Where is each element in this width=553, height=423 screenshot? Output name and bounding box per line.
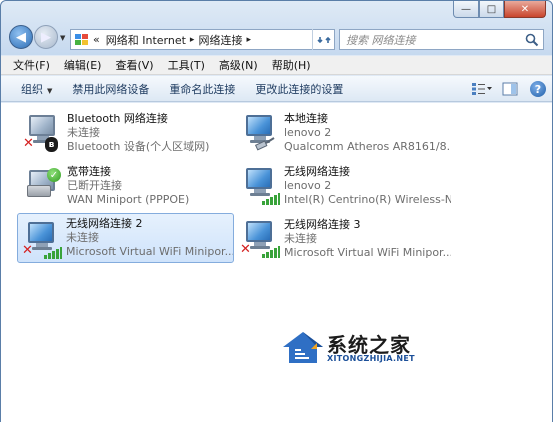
forward-arrow-icon: ▶ <box>41 29 51 45</box>
disconnected-x-icon: ✕ <box>22 243 33 258</box>
search-box[interactable]: 搜索 网络连接 <box>339 29 544 50</box>
connection-name: 无线网络连接 <box>284 165 350 178</box>
organize-button[interactable]: 组织 ▼ <box>1 81 62 97</box>
refresh-icon <box>316 36 331 43</box>
disconnected-x-icon: ✕ <box>23 136 34 151</box>
menu-view[interactable]: 查看(V) <box>108 57 160 73</box>
connection-name: 无线网络连接 3 <box>284 218 361 231</box>
connection-name: 本地连接 <box>284 112 328 125</box>
maximize-button[interactable]: □ <box>479 1 504 18</box>
preview-pane-icon <box>502 82 518 96</box>
ethernet-connection-icon <box>240 115 280 151</box>
watermark-logo: 系统之家 XITONGZHIJIA.NET <box>281 323 441 373</box>
help-button[interactable]: ? <box>526 79 550 99</box>
chevron-down-icon: ▼ <box>47 86 53 95</box>
connection-device: Bluetooth 设备(个人区域网) <box>67 140 210 153</box>
connection-device: Microsoft Virtual WiFi Minipor... <box>66 245 233 258</box>
refresh-button[interactable] <box>312 29 334 50</box>
control-panel-icon <box>74 32 90 48</box>
connection-status: 未连接 <box>67 126 100 139</box>
list-item[interactable]: ✕ ʙ Bluetooth 网络连接 未连接 Bluetooth 设备(个人区域… <box>19 109 234 155</box>
disable-device-button[interactable]: 禁用此网络设备 <box>62 81 159 97</box>
connection-status: 未连接 <box>66 231 99 244</box>
list-item-selected[interactable]: ✕ 无线网络连接 2 未连接 Microsoft Virtual WiFi Mi… <box>17 213 234 263</box>
list-item[interactable]: 本地连接 lenovo 2 Qualcomm Atheros AR8161/8.… <box>236 109 451 155</box>
menu-tools[interactable]: 工具(T) <box>161 57 212 73</box>
connection-name: 宽带连接 <box>67 165 111 178</box>
breadcrumb-network-internet[interactable]: 网络和 Internet <box>106 32 186 48</box>
help-icon: ? <box>530 81 546 97</box>
view-icon <box>472 83 492 95</box>
signal-bars-icon <box>262 245 280 258</box>
list-item[interactable]: ✕ 无线网络连接 3 未连接 Microsoft Virtual WiFi Mi… <box>236 215 451 261</box>
command-bar-right: ? <box>468 76 552 102</box>
command-bar: 组织 ▼ 禁用此网络设备 重命名此连接 更改此连接的设置 ? <box>1 76 552 102</box>
connection-status: lenovo 2 <box>284 126 332 139</box>
list-item[interactable]: 无线网络连接 lenovo 2 Intel(R) Centrino(R) Wir… <box>236 162 451 208</box>
preview-pane-button[interactable] <box>498 79 522 99</box>
rename-connection-button[interactable]: 重命名此连接 <box>159 81 245 97</box>
watermark-subtitle: XITONGZHIJIA.NET <box>327 354 415 363</box>
back-arrow-icon: ◀ <box>16 29 26 45</box>
connection-status: 已断开连接 <box>67 179 122 192</box>
organize-label: 组织 <box>21 82 43 96</box>
connection-status: lenovo 2 <box>284 179 332 192</box>
signal-bars-icon <box>44 246 62 259</box>
list-item[interactable]: ✓ 宽带连接 已断开连接 WAN Miniport (PPPOE) <box>19 162 234 208</box>
menu-file[interactable]: 文件(F) <box>1 57 57 73</box>
connection-device: Microsoft Virtual WiFi Minipor... <box>284 246 451 259</box>
search-icon[interactable] <box>525 33 539 47</box>
connection-device: Qualcomm Atheros AR8161/8... <box>284 140 451 153</box>
breadcrumb-separator-icon[interactable]: ▸ <box>190 35 195 45</box>
view-options-button[interactable] <box>470 79 494 99</box>
connection-name: Bluetooth 网络连接 <box>67 112 168 125</box>
search-input[interactable]: 搜索 网络连接 <box>346 32 416 48</box>
minimize-button[interactable]: — <box>453 1 479 18</box>
breadcrumb-separator-icon[interactable]: ▸ <box>246 35 251 45</box>
bluetooth-connection-icon: ✕ ʙ <box>23 115 63 152</box>
connection-status: 未连接 <box>284 232 317 245</box>
wireless-connection-icon <box>240 168 280 205</box>
connections-view: ✕ ʙ Bluetooth 网络连接 未连接 Bluetooth 设备(个人区域… <box>1 103 552 423</box>
house-logo-icon <box>283 332 323 363</box>
network-cable-icon <box>254 137 275 151</box>
menu-help[interactable]: 帮助(H) <box>265 57 318 73</box>
address-prefix[interactable]: « <box>93 33 100 46</box>
title-bar: — □ ✕ ◀ ▶ ▼ « 网络和 Internet ▸ 网络连接 ▸ 搜索 网… <box>1 1 552 55</box>
connection-name: 无线网络连接 2 <box>66 217 143 230</box>
caption-buttons: — □ ✕ <box>453 1 546 18</box>
connection-device: Intel(R) Centrino(R) Wireless-N... <box>284 193 451 206</box>
menu-advanced[interactable]: 高级(N) <box>212 57 265 73</box>
bluetooth-icon: ʙ <box>45 137 58 152</box>
menu-bar: 文件(F) 编辑(E) 查看(V) 工具(T) 高级(N) 帮助(H) <box>1 56 552 75</box>
change-settings-button[interactable]: 更改此连接的设置 <box>245 81 353 97</box>
check-icon: ✓ <box>47 168 61 182</box>
connection-device: WAN Miniport (PPPOE) <box>67 193 190 206</box>
broadband-connection-icon: ✓ <box>23 168 63 204</box>
wireless-connection-icon: ✕ <box>22 222 62 259</box>
network-connections-window: — □ ✕ ◀ ▶ ▼ « 网络和 Internet ▸ 网络连接 ▸ 搜索 网… <box>0 0 553 423</box>
modem-icon <box>27 185 51 197</box>
recent-pages-dropdown[interactable]: ▼ <box>60 34 65 42</box>
signal-bars-icon <box>262 192 280 205</box>
menu-edit[interactable]: 编辑(E) <box>57 57 109 73</box>
breadcrumb-network-connections[interactable]: 网络连接 <box>198 32 242 48</box>
back-button[interactable]: ◀ <box>9 25 33 49</box>
forward-button[interactable]: ▶ <box>34 25 58 49</box>
close-button[interactable]: ✕ <box>504 1 546 18</box>
address-bar[interactable]: « 网络和 Internet ▸ 网络连接 ▸ <box>70 29 335 50</box>
wireless-connection-icon: ✕ <box>240 221 280 258</box>
disconnected-x-icon: ✕ <box>240 242 251 257</box>
